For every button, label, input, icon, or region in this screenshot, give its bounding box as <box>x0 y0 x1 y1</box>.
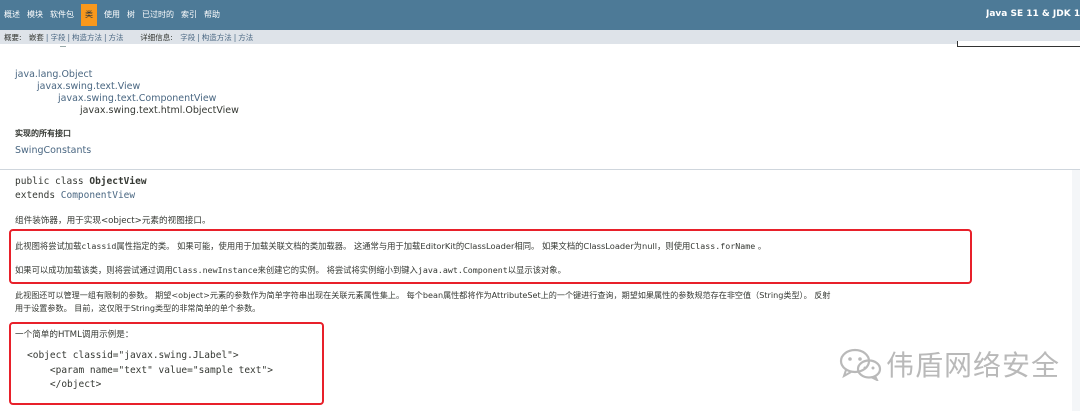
hierarchy-object-link[interactable]: java.lang.Object <box>15 69 92 80</box>
nav-index[interactable]: 索引 <box>181 9 197 21</box>
sub-nav: 概要: 嵌套 | 字段 | 构造方法 | 方法 详细信息: 字段 | 构造方法 | 方法 <box>0 30 1080 44</box>
nav-module[interactable]: 模块 <box>27 9 43 21</box>
hierarchy-componentview-link[interactable]: javax.swing.text.ComponentView <box>58 93 216 104</box>
description-p2-line1: 此视图还可以管理一组有限制的参数。 期望<object>元素的参数作为简单字符串… <box>15 290 831 300</box>
example-title: 一个简单的HTML调用示例是： <box>15 330 134 340</box>
code-line-3: </object> <box>27 379 102 390</box>
text-run: 。 <box>755 241 767 251</box>
code-class-forname: Class.forName <box>690 241 756 251</box>
separator: | <box>103 33 107 42</box>
detail-constructor-link[interactable]: 构造方法 <box>202 33 232 42</box>
scroll-edge <box>1072 170 1080 411</box>
summary-nested: 嵌套 <box>28 33 44 42</box>
interfaces-heading: 实现的所有接口 <box>15 129 71 138</box>
code-classid: classid <box>81 241 117 251</box>
separator: | <box>67 33 70 42</box>
nav-package[interactable]: 软件包 <box>50 9 74 21</box>
hierarchy-view-link[interactable]: javax.swing.text.View <box>37 81 140 92</box>
nav-deprecated[interactable]: 已过时的 <box>142 9 174 21</box>
search-input[interactable] <box>957 41 1080 47</box>
code-newinstance: Class.newInstance <box>172 265 258 275</box>
class-signature: public class ObjectView <box>15 176 147 187</box>
watermark-text: 伟盾网络安全 <box>886 349 1061 382</box>
code-awt-component: java.awt.Component <box>417 265 508 275</box>
summary-method-link[interactable]: 方法 <box>109 33 124 42</box>
description-intro: 组件装饰器，用于实现<object>元素的视图接口。 <box>15 216 211 226</box>
summary-constructor-link[interactable]: 构造方法 <box>72 33 102 42</box>
class-extends: extends ComponentView <box>15 190 135 201</box>
separator: | <box>233 33 237 42</box>
description-p1-line1: 此视图将尝试加载classid属性指定的类。 如果可能，使用用于加载关联文档的类… <box>15 240 766 252</box>
extends-componentview-link[interactable]: ComponentView <box>61 190 135 201</box>
text-run: 此视图将尝试加载 <box>15 241 82 251</box>
signature-modifiers: public class <box>15 176 90 187</box>
nav-use[interactable]: 使用 <box>104 9 120 21</box>
top-nav-bar: 概述 模块 软件包 类 使用 树 已过时的 索引 帮助 Java SE 11 &… <box>0 0 1080 30</box>
nav-help[interactable]: 帮助 <box>204 9 220 21</box>
text-run: 属性指定的类。 如果可能，使用用于加载关联文档的类加载器。 这通常与用于加载Ed… <box>116 241 691 251</box>
nav-overview[interactable]: 概述 <box>4 9 20 21</box>
separator: | <box>197 33 200 42</box>
summary-field-link[interactable]: 字段 <box>50 33 65 42</box>
nav-class[interactable]: 类 <box>81 4 97 26</box>
brand-title: Java SE 11 & JDK 11 <box>986 9 1080 19</box>
description-p1-line2: 如果可以成功加载该类，则将尝试通过调用Class.newInstance来创建它… <box>15 264 566 276</box>
description-p2-line2: 用于设置参数。 目前，这仅限于String类型的非常简单的单个参数。 <box>15 303 261 313</box>
divider <box>0 169 1080 170</box>
nav-tree[interactable]: 树 <box>127 9 135 21</box>
detail-label: 详细信息: <box>140 33 173 42</box>
hierarchy-current-class: javax.swing.text.html.ObjectView <box>80 105 239 116</box>
watermark: 伟盾网络安全 <box>838 344 1060 384</box>
text-run: 如果可以成功加载该类，则将尝试通过调用 <box>15 265 173 275</box>
wechat-icon <box>839 348 882 381</box>
summary-label: 概要: <box>4 33 22 42</box>
detail-method-link[interactable]: 方法 <box>238 33 253 42</box>
separator: | <box>45 33 49 42</box>
detail-field-link[interactable]: 字段 <box>180 33 195 42</box>
cut-mark <box>60 44 66 47</box>
code-line-1: <object classid="javax.swing.JLabel"> <box>27 350 239 361</box>
code-line-2: <param name="text" value="sample text"> <box>27 365 273 376</box>
search-reset-mark <box>960 46 968 47</box>
interface-swingconstants-link[interactable]: SwingConstants <box>15 145 91 156</box>
signature-class-name: ObjectView <box>89 176 147 187</box>
text-run: 以显示该对象。 <box>507 265 566 275</box>
top-nav: 概述 模块 软件包 类 使用 树 已过时的 索引 帮助 <box>4 0 227 30</box>
extends-keyword: extends <box>15 190 61 201</box>
text-run: 来创建它的实例。 将尝试将实例缩小到键入 <box>257 265 418 275</box>
